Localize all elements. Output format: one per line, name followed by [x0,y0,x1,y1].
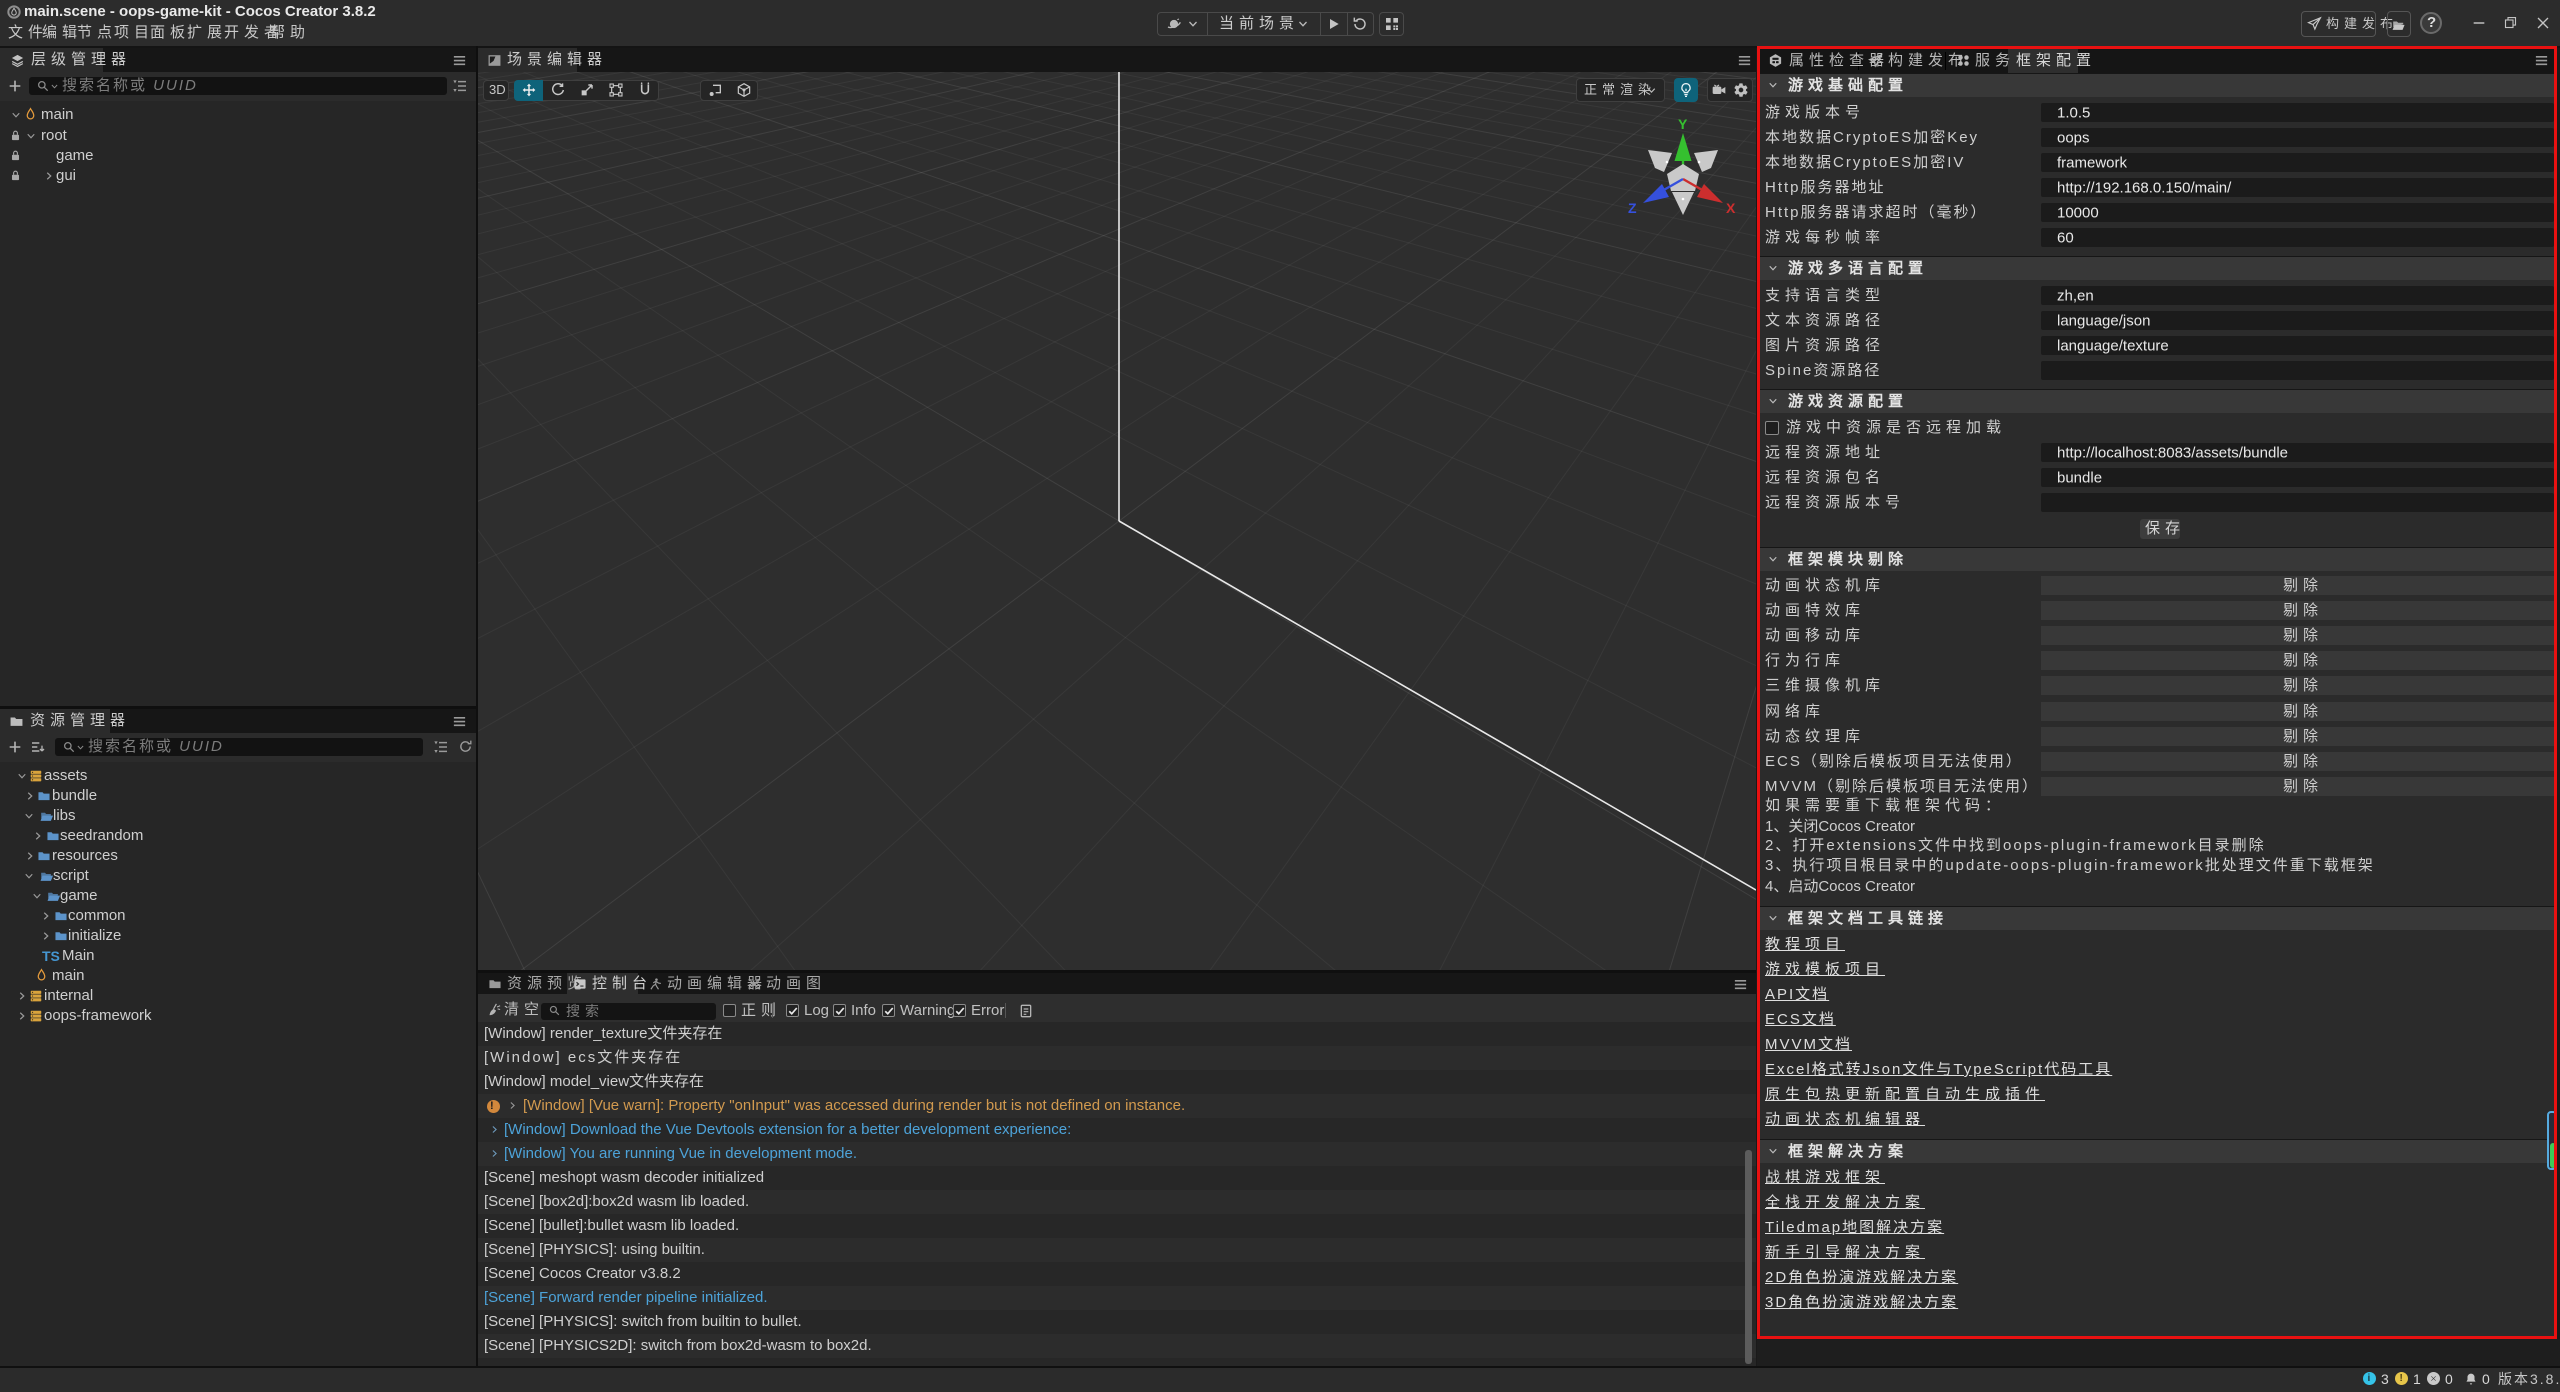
svg-text:X: X [1726,200,1736,216]
svg-text:Y: Y [1678,116,1688,132]
svg-text:Z: Z [1628,200,1637,216]
